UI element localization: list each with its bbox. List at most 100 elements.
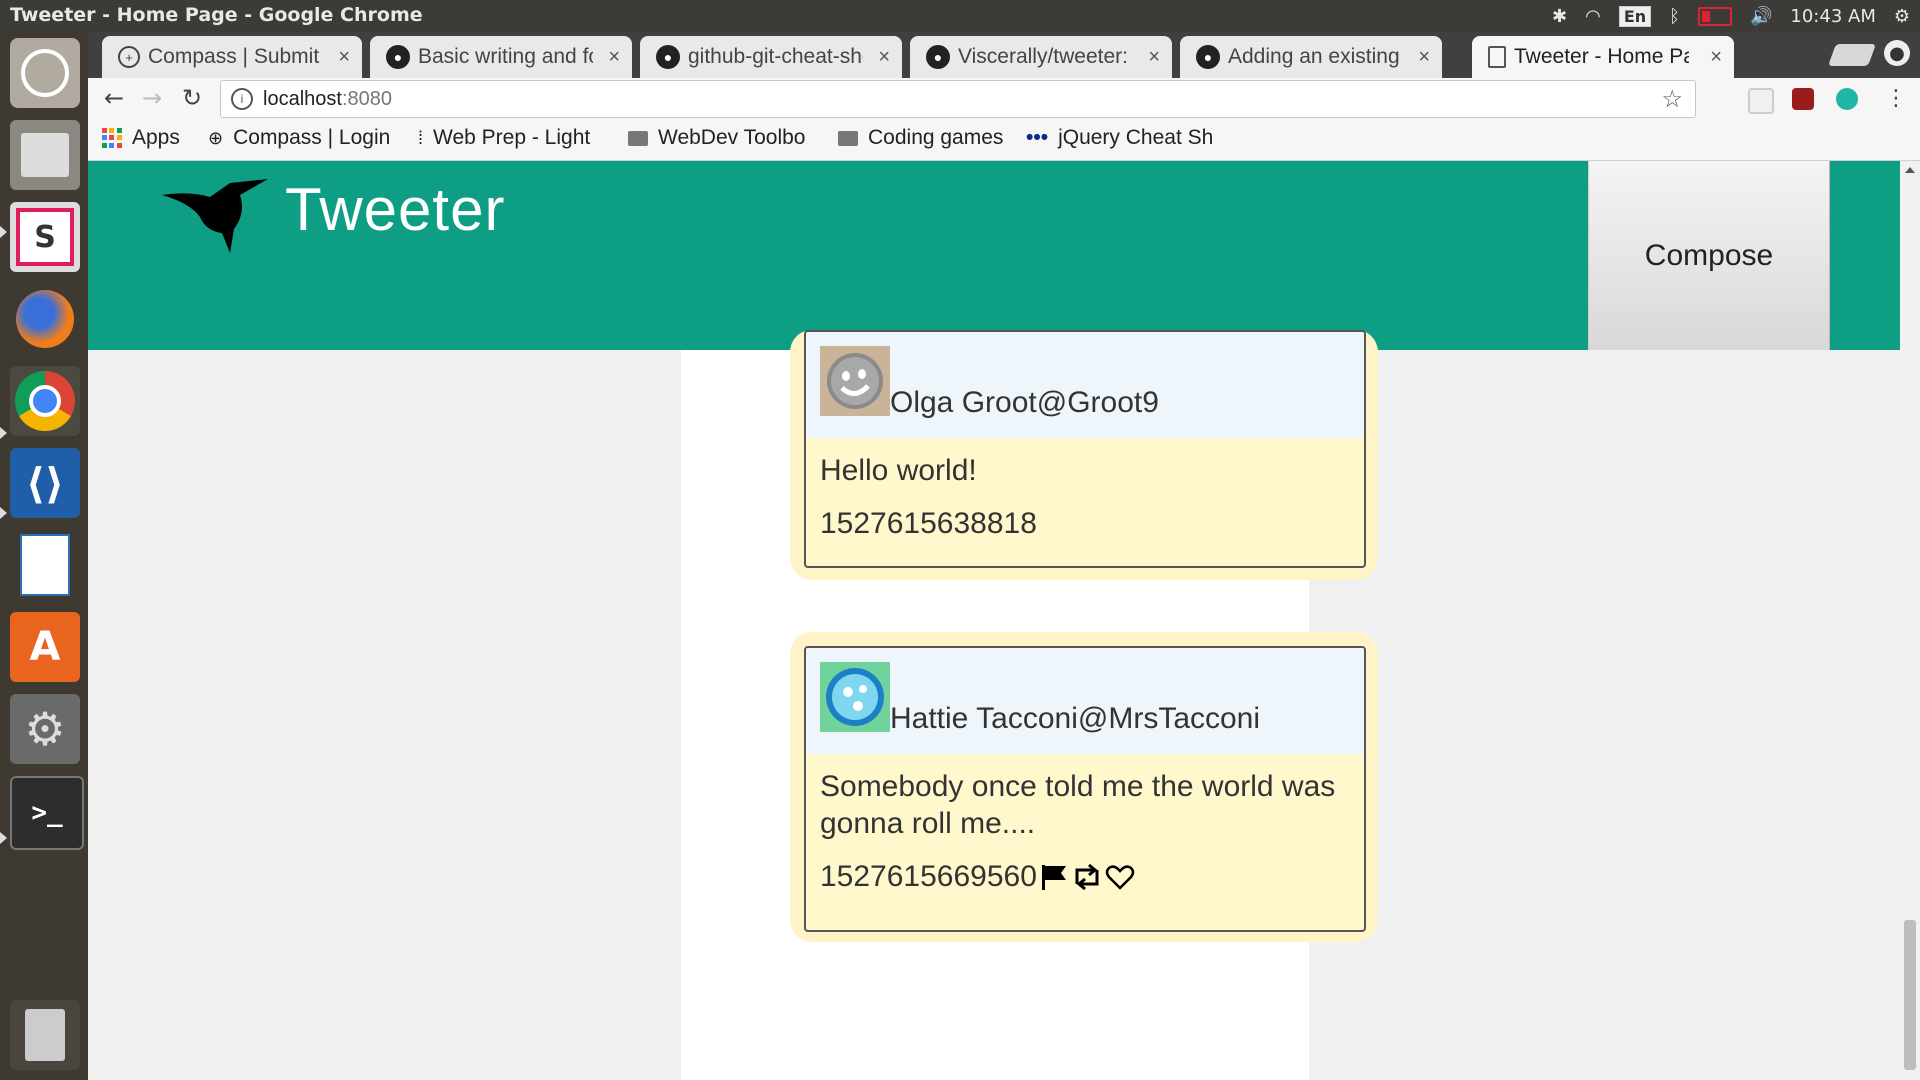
bookmark-web-prep[interactable]: ⁞ Web Prep - Light [418,126,604,150]
bookmark-apps[interactable]: Apps [102,126,180,150]
close-icon[interactable]: × [1418,46,1430,69]
trash-icon[interactable] [10,1000,80,1070]
firefox-icon[interactable] [10,284,80,354]
tweet-card: Hattie Tacconi@MrsTacconi Somebody once … [804,646,1366,932]
system-settings-icon[interactable]: ⚙ [10,694,80,764]
tab-label: Viscerally/tweeter: [958,45,1129,68]
info-icon[interactable]: i [231,88,253,110]
web-page: Tweeter Compose Olga Groot@Groot9 Hello … [88,161,1900,1080]
reload-icon[interactable]: ↻ [178,84,206,112]
volume-icon[interactable]: 🔊 [1750,6,1772,27]
retweet-icon[interactable] [1071,862,1103,892]
battery-icon[interactable] [1697,6,1732,26]
tab-label: Basic writing and fo [418,45,593,68]
os-top-bar: Tweeter - Home Page - Google Chrome ✱ ◠ … [0,0,1920,32]
tab-label: Compass | Submit P [148,45,323,68]
launcher-running-indicator [0,427,7,439]
bookmark-webdev-toolbox[interactable]: WebDev Toolbo [628,126,828,150]
libreoffice-writer-icon[interactable] [10,530,80,600]
close-icon[interactable]: × [338,46,350,69]
vscode-icon[interactable]: ⟨⟩ [10,448,80,518]
terminal-icon[interactable]: >_ [10,776,84,850]
bookmark-label: Compass | Login [233,126,391,149]
tab-label: Adding an existing p [1228,45,1403,68]
tweet-container: Hattie Tacconi@MrsTacconi Somebody once … [790,632,1378,942]
github-icon: ● [656,45,680,69]
tab-compass[interactable]: + Compass | Submit P × [102,36,362,78]
back-arrow-icon[interactable]: ← [100,84,128,112]
tab-viscerally-tweeter[interactable]: ● Viscerally/tweeter: × [910,36,1172,78]
tab-basic-writing[interactable]: ● Basic writing and fo × [370,36,632,78]
slack-icon[interactable]: S [10,202,80,272]
tweet-footer: 1527615669560 [806,842,1364,908]
close-icon[interactable]: × [1710,46,1722,69]
extension-m-icon[interactable] [1836,88,1858,110]
compose-button[interactable]: Compose [1588,161,1830,350]
address-bar[interactable]: i localhost:8080 ☆ [220,80,1696,118]
url-host: localhost [263,87,342,110]
tweet-footer: 1527615638818 [806,489,1364,555]
scrollbar-thumb[interactable] [1904,920,1916,1070]
avatar [820,662,890,732]
new-tab-button[interactable] [1827,44,1877,66]
flag-icon[interactable] [1039,862,1069,892]
profile-icon[interactable]: ● [1884,40,1910,66]
github-icon: ● [1196,45,1220,69]
lighthouse-icon: ⁞ [418,127,424,148]
menu-kebab-icon[interactable]: ⋮ [1882,84,1910,112]
browser-toolbar: ← → ↻ i localhost:8080 ☆ ⋮ [88,78,1920,118]
wifi-icon[interactable]: ◠ [1585,6,1601,27]
window-title: Tweeter - Home Page - Google Chrome [10,4,423,26]
hummingbird-logo-icon [162,179,268,253]
github-icon: ● [386,45,410,69]
planet-avatar-icon [826,668,884,726]
heart-icon[interactable] [1105,862,1135,892]
tweet-header: Hattie Tacconi@MrsTacconi [806,648,1364,754]
scroll-up-arrow-icon[interactable] [1905,167,1915,173]
close-icon[interactable]: × [608,46,620,69]
forward-arrow-icon[interactable]: → [138,84,166,112]
ublock-origin-icon[interactable] [1792,88,1814,110]
tweet-timestamp: 1527615638818 [820,507,1037,540]
bookmark-label: Coding games [868,126,1004,149]
tweet-container: Olga Groot@Groot9 Hello world! 152761563… [790,330,1378,580]
launcher-running-indicator [0,226,7,238]
files-icon[interactable] [10,120,80,190]
launcher-running-indicator [0,832,7,844]
bluetooth-icon[interactable]: ᛒ [1669,6,1680,27]
bookmark-compass-login[interactable]: ⊕ Compass | Login [208,126,390,150]
clock[interactable]: 10:43 AM [1790,6,1875,27]
settings-sync-icon[interactable]: ✱ [1552,6,1567,27]
tab-tweeter-home[interactable]: Tweeter - Home Pag × [1472,36,1734,78]
ubuntu-dash-icon[interactable] [10,38,80,108]
keyboard-layout-indicator[interactable]: En [1618,5,1652,27]
tab-adding-existing[interactable]: ● Adding an existing p × [1180,36,1442,78]
bookmarks-bar: Apps ⊕ Compass | Login ⁞ Web Prep - Ligh… [88,118,1920,161]
tweet-author-handle[interactable]: Olga Groot@Groot9 [890,386,1159,420]
close-icon[interactable]: × [878,46,890,69]
power-gear-icon[interactable]: ⚙ [1894,6,1910,27]
tweet-header: Olga Groot@Groot9 [806,332,1364,438]
software-center-icon[interactable]: A [10,612,80,682]
close-icon[interactable]: × [1148,46,1160,69]
bookmark-jquery-cheat-sheet[interactable]: ••• jQuery Cheat Sh [1026,126,1216,150]
tweet-author-handle[interactable]: Hattie Tacconi@MrsTacconi [890,702,1260,736]
bookmark-star-icon[interactable]: ☆ [1661,85,1683,114]
bookmark-label: Web Prep - Light [433,126,591,149]
tab-git-cheat-sheet[interactable]: ● github-git-cheat-she × [640,36,902,78]
tweet-feed: Olga Groot@Groot9 Hello world! 152761563… [681,330,1378,1080]
apps-grid-icon [102,128,122,148]
tweet-actions [1039,862,1135,892]
smiley-avatar-icon [827,353,883,409]
bookmark-coding-games[interactable]: Coding games [838,126,1003,150]
tab-label: Tweeter - Home Pag [1514,45,1689,68]
chrome-icon[interactable] [10,366,80,436]
page-icon [1488,46,1506,68]
launcher-running-indicator [0,507,7,519]
folder-icon [838,130,858,146]
cast-extension-icon[interactable] [1748,88,1774,114]
bookmark-label: WebDev Toolbo [658,126,806,149]
site-title: Tweeter [285,176,506,243]
avatar [820,346,890,416]
bookmark-label: Apps [132,126,180,149]
